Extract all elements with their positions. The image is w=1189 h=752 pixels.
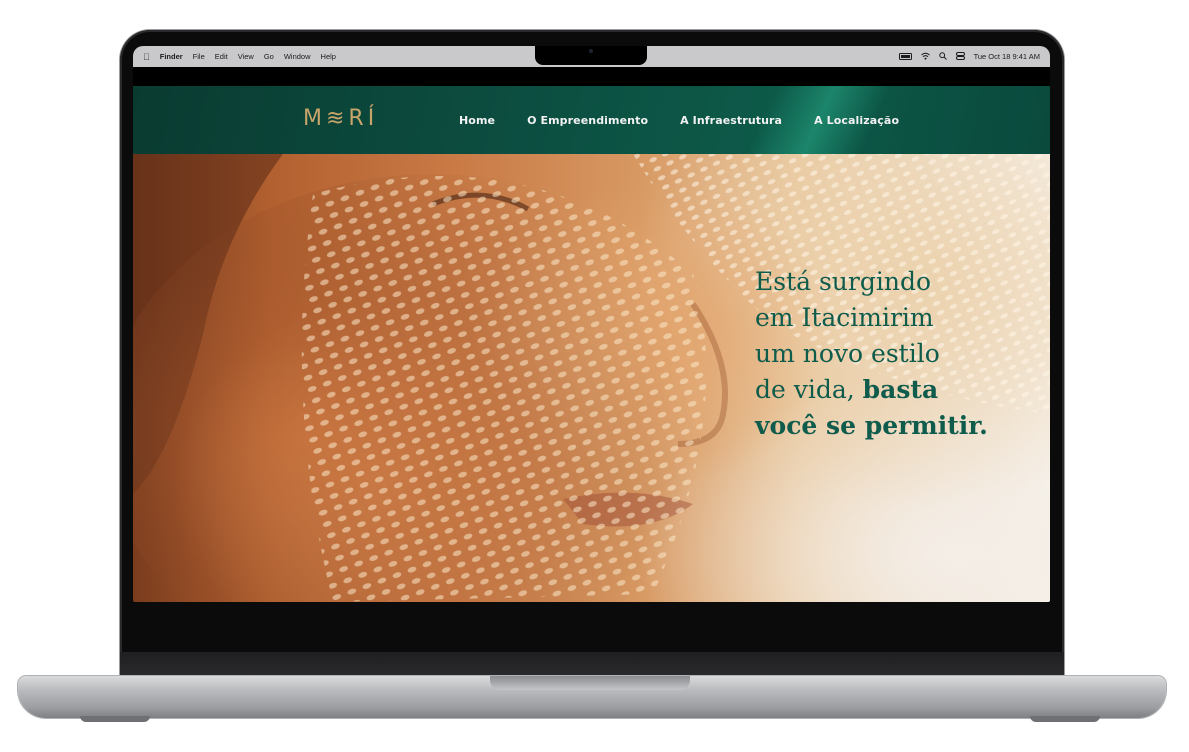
menubar-clock[interactable]: Tue Oct 18 9:41 AM <box>974 52 1040 61</box>
hero-section: Está surgindo em Itacimirim um novo esti… <box>133 154 1050 602</box>
hero-line-4-plain: de vida, <box>755 375 863 404</box>
site-logo[interactable]: M≋RÍ <box>303 106 378 131</box>
wifi-icon[interactable] <box>920 52 930 62</box>
main-nav: Home O Empreendimento A Infraestrutura A… <box>459 86 931 154</box>
menu-file[interactable]: File <box>193 52 205 61</box>
hero-line-1: Está surgindo <box>755 267 932 296</box>
nav-home[interactable]: Home <box>459 114 495 127</box>
menu-view[interactable]: View <box>238 52 254 61</box>
hero-line-5: você se permitir. <box>755 411 988 440</box>
menu-window[interactable]: Window <box>284 52 311 61</box>
browser-blank-area <box>133 67 1050 86</box>
laptop-bezel-bottom <box>120 652 1064 678</box>
menu-edit[interactable]: Edit <box>215 52 228 61</box>
hero-headline: Está surgindo em Itacimirim um novo esti… <box>755 264 1045 444</box>
laptop-base <box>18 676 1166 718</box>
laptop-screen:  Finder File Edit View Go Window Help T… <box>133 46 1050 602</box>
laptop-foot-right <box>1030 716 1100 722</box>
menu-app-name[interactable]: Finder <box>160 52 183 61</box>
site-header: M≋RÍ Home O Empreendimento A Infraestrut… <box>133 86 1050 154</box>
mac-menubar:  Finder File Edit View Go Window Help T… <box>133 46 1050 67</box>
hero-line-4-bold: basta <box>862 375 939 404</box>
hero-line-2: em Itacimirim <box>755 303 934 332</box>
battery-icon[interactable] <box>898 53 912 60</box>
menu-help[interactable]: Help <box>321 52 336 61</box>
search-icon[interactable] <box>938 51 947 62</box>
nav-localizacao[interactable]: A Localização <box>814 114 899 127</box>
laptop-lid-notch <box>490 676 690 690</box>
hero-line-4: de vida, basta <box>755 372 1045 408</box>
hero-line-3: um novo estilo <box>755 339 940 368</box>
apple-icon[interactable]:  <box>143 52 150 62</box>
control-center-icon[interactable] <box>955 51 965 62</box>
nav-infraestrutura[interactable]: A Infraestrutura <box>680 114 782 127</box>
menu-go[interactable]: Go <box>264 52 274 61</box>
camera-icon <box>589 49 593 53</box>
camera-notch <box>535 46 647 65</box>
nav-empreendimento[interactable]: O Empreendimento <box>527 114 648 127</box>
laptop-foot-left <box>80 716 150 722</box>
